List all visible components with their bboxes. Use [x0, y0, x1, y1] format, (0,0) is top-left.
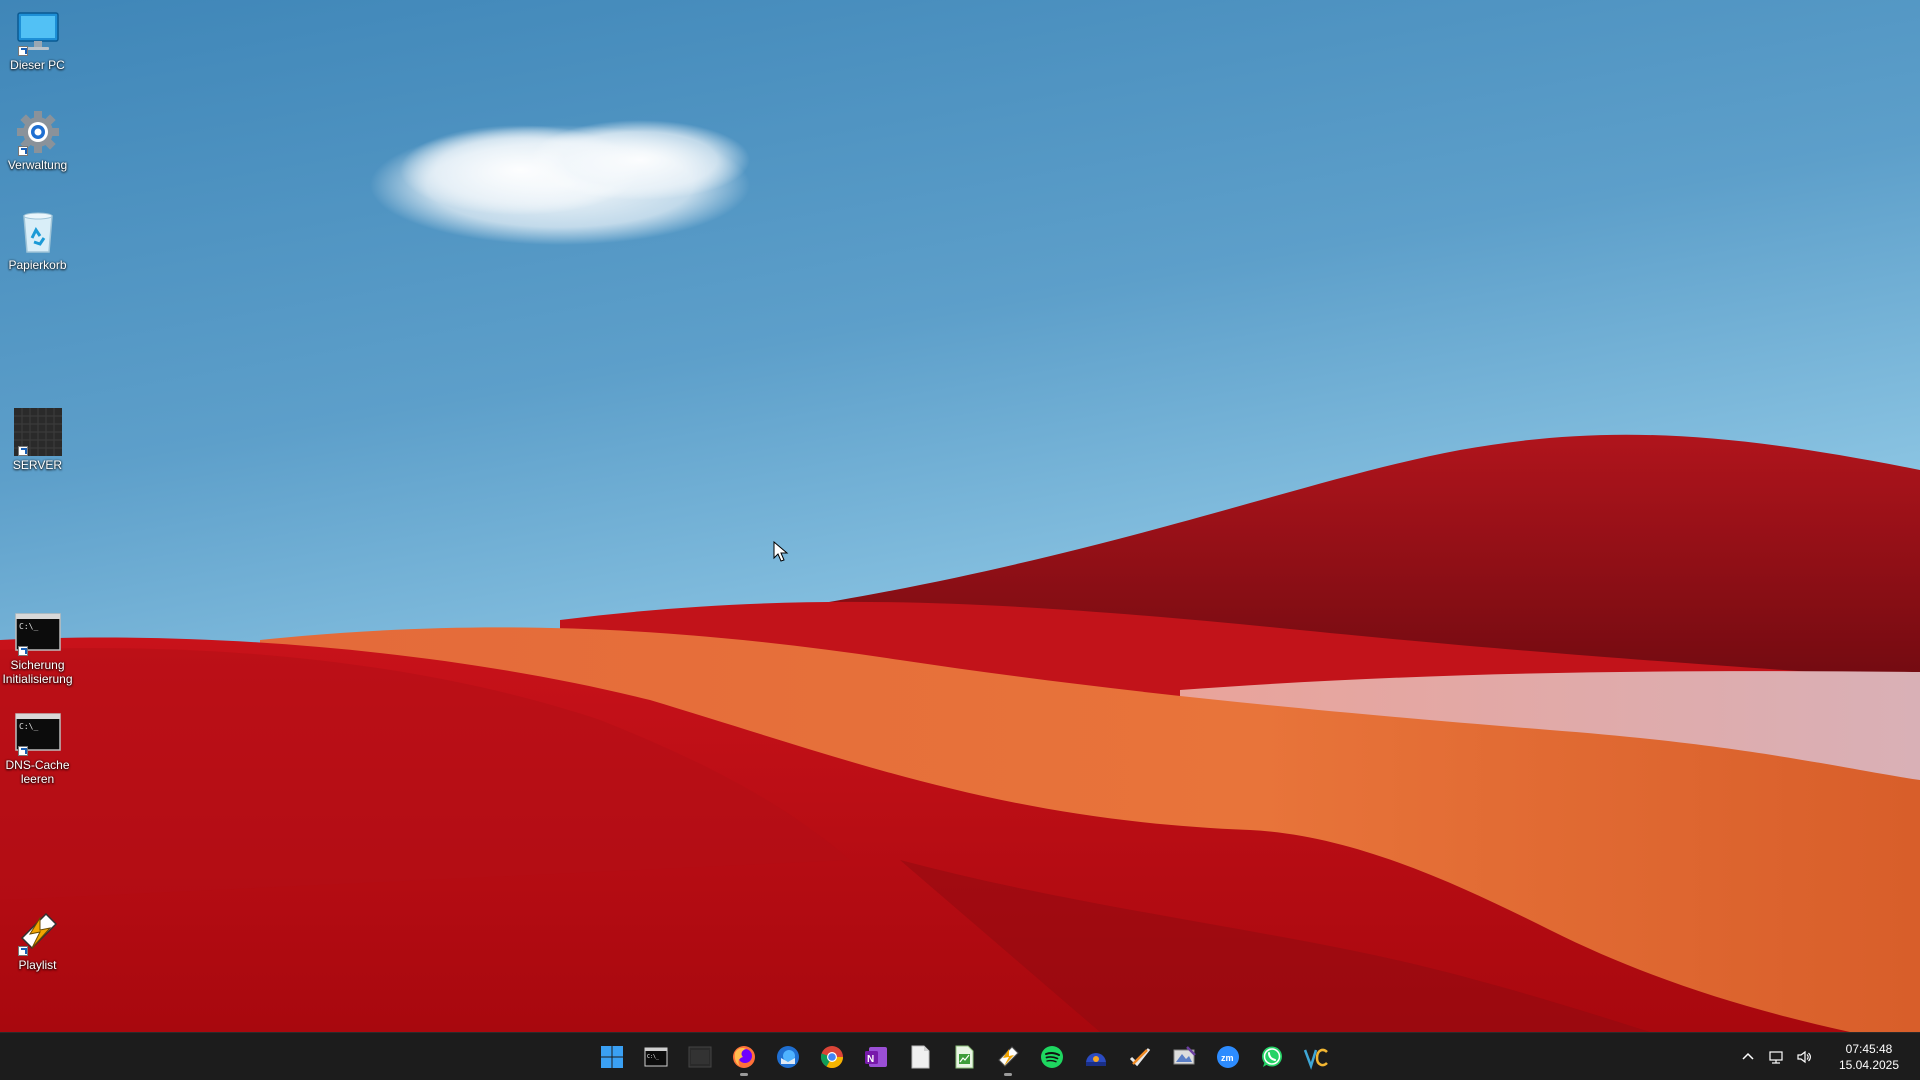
check-tools-icon	[1129, 1048, 1151, 1067]
playlist-icon	[998, 1046, 1019, 1067]
desktop-icon-label: Papierkorb	[8, 258, 67, 272]
tray-network-button[interactable]	[1764, 1037, 1788, 1077]
taskbar-apps: C:\_ N zm	[590, 1033, 1338, 1081]
desktop-icon-papierkorb[interactable]: Papierkorb	[0, 200, 75, 272]
taskbar-onenote[interactable]: N	[856, 1037, 896, 1077]
svg-text:C:\_: C:\_	[647, 1054, 660, 1060]
zoom-icon: zm	[1217, 1046, 1239, 1068]
mouse-cursor-icon	[773, 541, 789, 562]
desktop-icon-label: Sicherung Initialisierung	[2, 658, 73, 686]
taskbar-terminal[interactable]: C:\_	[636, 1037, 676, 1077]
desktop-icon-label: SERVER	[12, 458, 63, 472]
wallpaper	[0, 120, 1920, 1032]
taskbar-black-window[interactable]	[680, 1037, 720, 1077]
recycle-bin-icon	[22, 212, 53, 253]
svg-text:C:\_: C:\_	[19, 622, 38, 631]
whatsapp-icon	[1262, 1046, 1282, 1067]
shortcut-arrow-icon	[17, 746, 28, 756]
volume-icon	[1797, 1050, 1811, 1064]
shortcut-arrow-icon	[17, 146, 28, 156]
running-indicator	[1004, 1073, 1012, 1076]
taskbar-chrome[interactable]	[812, 1037, 852, 1077]
taskbar-whatsapp[interactable]	[1252, 1037, 1292, 1077]
shortcut-arrow-icon	[17, 446, 28, 456]
desktop-icon-label: Verwaltung	[7, 158, 68, 172]
shortcut-arrow-icon	[17, 46, 28, 56]
taskbar-document[interactable]	[900, 1037, 940, 1077]
dark-window-icon	[688, 1046, 712, 1068]
spotify-icon	[1041, 1046, 1063, 1068]
spreadsheet-icon	[955, 1045, 974, 1069]
system-tray: 07:45:48 15.04.2025	[1734, 1033, 1920, 1081]
onenote-icon: N	[865, 1047, 887, 1067]
desktop-icon-playlist[interactable]: Playlist	[0, 900, 75, 972]
desktop-icon-label: Dieser PC	[10, 58, 65, 72]
taskbar-spreadsheet[interactable]	[944, 1037, 984, 1077]
blue-dome-icon	[1086, 1053, 1106, 1066]
mail-client-icon	[777, 1046, 799, 1068]
terminal-icon: C:\_	[644, 1047, 668, 1067]
svg-text:N: N	[867, 1054, 874, 1065]
taskbar-spotify[interactable]	[1032, 1037, 1072, 1077]
tray-volume-button[interactable]	[1792, 1037, 1816, 1077]
clock-time: 07:45:48	[1845, 1042, 1893, 1056]
running-indicator	[740, 1073, 748, 1076]
vc-icon	[1303, 1048, 1328, 1070]
taskbar-firefox[interactable]	[724, 1037, 764, 1077]
desktop-icon-label: Playlist	[18, 958, 57, 972]
tray-overflow-button[interactable]	[1736, 1037, 1760, 1077]
desktop[interactable]: Dieser PC Verwaltung Papierkorb SERVER C…	[0, 0, 1920, 1032]
taskbar-zoom[interactable]: zm	[1208, 1037, 1248, 1077]
taskbar-image-editor[interactable]	[1164, 1037, 1204, 1077]
svg-text:zm: zm	[1221, 1053, 1234, 1063]
taskbar-veracrypt[interactable]	[1296, 1037, 1336, 1077]
windows-start-icon	[601, 1046, 623, 1068]
desktop-icon-label: DNS-Cache leeren	[5, 758, 70, 786]
taskbar-blue-dome-app[interactable]	[1076, 1037, 1116, 1077]
desktop-icon-dieser-pc[interactable]: Dieser PC	[0, 0, 75, 72]
desktop-icon-verwaltung[interactable]: Verwaltung	[0, 100, 75, 172]
paint-icon	[1173, 1046, 1196, 1065]
taskbar-clock[interactable]: 07:45:48 15.04.2025	[1824, 1041, 1914, 1073]
document-icon	[911, 1045, 930, 1069]
chrome-icon	[820, 1046, 843, 1068]
svg-text:C:\_: C:\_	[19, 722, 38, 731]
taskbar-todo[interactable]	[1120, 1037, 1160, 1077]
desktop-icons: Dieser PC Verwaltung Papierkorb SERVER C…	[0, 0, 80, 1032]
clock-date: 15.04.2025	[1838, 1058, 1900, 1072]
shortcut-arrow-icon	[17, 946, 28, 956]
taskbar-playlist[interactable]	[988, 1037, 1028, 1077]
firefox-icon	[733, 1046, 755, 1068]
desktop-icon-sicherung-initialisierung[interactable]: C:\_ Sicherung Initialisierung	[0, 600, 75, 686]
desktop-icon-server[interactable]: SERVER	[0, 400, 75, 472]
chevron-up-icon	[1742, 1052, 1754, 1060]
network-icon	[1769, 1051, 1783, 1064]
taskbar: C:\_ N zm 07:45:48 15.04.2025	[0, 1032, 1920, 1080]
desktop-icon-dns-cache-leeren[interactable]: C:\_ DNS-Cache leeren	[0, 700, 75, 786]
taskbar-start-button[interactable]	[592, 1037, 632, 1077]
taskbar-thunderbird[interactable]	[768, 1037, 808, 1077]
shortcut-arrow-icon	[17, 646, 28, 656]
